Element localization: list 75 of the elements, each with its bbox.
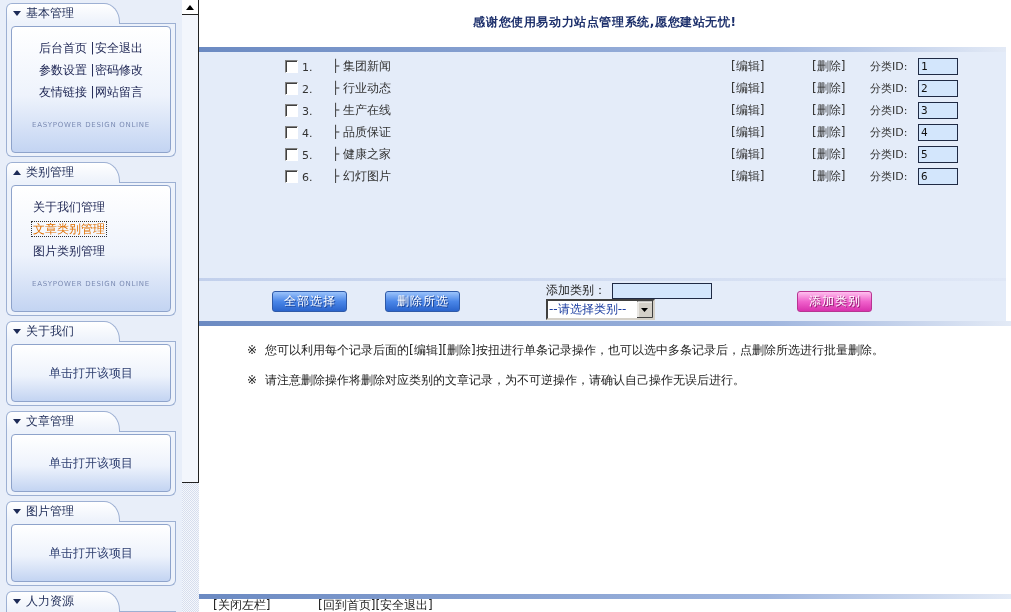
note-mark: ※	[247, 343, 259, 357]
category-id-label: 分类ID:	[870, 102, 909, 118]
category-id-label: 分类ID:	[870, 168, 909, 184]
row-number: 6.	[301, 170, 314, 184]
footer-link[interactable]: [安全退出]	[375, 598, 433, 612]
category-name: ├ 生产在线	[332, 101, 393, 119]
sidebar-link[interactable]: 友情链接	[39, 83, 88, 101]
add-category-field[interactable]	[612, 282, 712, 299]
category-name: ├ 健康之家	[332, 145, 393, 163]
edit-link[interactable]: [编辑]	[731, 58, 765, 73]
edit-link[interactable]: [编辑]	[731, 146, 765, 161]
note-mark: ※	[247, 373, 259, 387]
up-arrow-icon	[186, 4, 194, 10]
row-number: 3.	[301, 104, 314, 118]
category-name: ├ 集团新闻	[332, 57, 393, 75]
delete-link[interactable]: [删除]	[812, 102, 846, 117]
category-select[interactable]: --请选择类别--	[546, 299, 655, 320]
category-id-label: 分类ID:	[870, 58, 909, 74]
panel-header-tab[interactable]: 图片管理	[6, 501, 120, 521]
category-id-field[interactable]: 4	[918, 123, 958, 141]
panel-header-tab[interactable]: 基本管理	[6, 3, 120, 23]
sidebar-item[interactable]: 图片类别管理	[32, 244, 106, 258]
category-id-field[interactable]: 3	[918, 101, 958, 119]
category-id-field[interactable]: 5	[918, 145, 958, 163]
delete-link[interactable]: [删除]	[812, 146, 846, 161]
sidebar-link[interactable]: 参数设置	[39, 61, 88, 79]
category-id-field[interactable]: 1	[918, 57, 958, 75]
welcome-title: 感谢您使用易动力站点管理系统,愿您建站无忧!	[473, 13, 737, 31]
scrollbar[interactable]	[182, 0, 199, 483]
note-text: 您可以利用每个记录后面的[编辑][删除]按扭进行单条记录操作，也可以选中多条记录后，点删除所选进行批量删除。	[265, 341, 884, 359]
row-number: 4.	[301, 126, 314, 140]
open-panel-button[interactable]: 单击打开该项目	[11, 344, 171, 402]
delete-link[interactable]: [删除]	[812, 168, 846, 183]
delete-link[interactable]: [删除]	[812, 80, 846, 95]
checkbox[interactable]	[285, 169, 298, 183]
note-text: 请注意删除操作将删除对应类别的文章记录，为不可逆操作，请确认自己操作无误后进行。	[265, 371, 745, 389]
checkbox[interactable]	[285, 81, 298, 95]
edit-link[interactable]: [编辑]	[731, 80, 765, 95]
category-name: ├ 幻灯图片	[332, 167, 393, 185]
footer-link[interactable]: [回到首页]	[318, 598, 376, 612]
open-panel-button[interactable]: 单击打开该项目	[11, 524, 171, 582]
category-id-label: 分类ID:	[870, 124, 909, 140]
panel-header-tab[interactable]: 文章管理	[6, 411, 120, 431]
footer-link[interactable]: [关闭左栏]	[213, 598, 271, 612]
link-separator: |	[90, 41, 95, 55]
edit-link[interactable]: [编辑]	[731, 102, 765, 117]
edit-link[interactable]: [编辑]	[731, 168, 765, 183]
link-separator: |	[90, 63, 95, 77]
sidebar-link[interactable]: 后台首页	[39, 39, 88, 57]
panel-header-tab[interactable]: 关于我们	[6, 321, 120, 341]
category-id-label: 分类ID:	[870, 146, 909, 162]
panel-header-tab[interactable]: 类别管理	[6, 162, 120, 182]
link-separator: |	[90, 85, 95, 99]
delete-link[interactable]: [删除]	[812, 124, 846, 139]
scroll-up-button[interactable]	[182, 0, 198, 15]
add-category-label: 添加类别：	[546, 282, 607, 299]
category-name: ├ 品质保证	[332, 123, 393, 141]
open-panel-button[interactable]: 单击打开该项目	[11, 434, 171, 492]
row-number: 5.	[301, 148, 314, 162]
checkbox[interactable]	[285, 59, 298, 73]
panel-header-tab[interactable]: 人力资源	[6, 591, 120, 611]
category-id-field[interactable]: 6	[918, 167, 958, 185]
checkbox[interactable]	[285, 125, 298, 139]
edit-link[interactable]: [编辑]	[731, 124, 765, 139]
sidebar-item[interactable]: 关于我们管理	[32, 200, 106, 214]
checkbox[interactable]	[285, 147, 298, 161]
delete-link[interactable]: [删除]	[812, 58, 846, 73]
category-id-label: 分类ID:	[870, 80, 909, 96]
category-name: ├ 行业动态	[332, 79, 393, 97]
sidebar-link[interactable]: 网站留言	[94, 83, 143, 101]
row-number: 1.	[301, 60, 314, 74]
dropdown-arrow-icon	[637, 301, 653, 318]
checkbox[interactable]	[285, 103, 298, 117]
row-number: 2.	[301, 82, 314, 96]
category-id-field[interactable]: 2	[918, 79, 958, 97]
